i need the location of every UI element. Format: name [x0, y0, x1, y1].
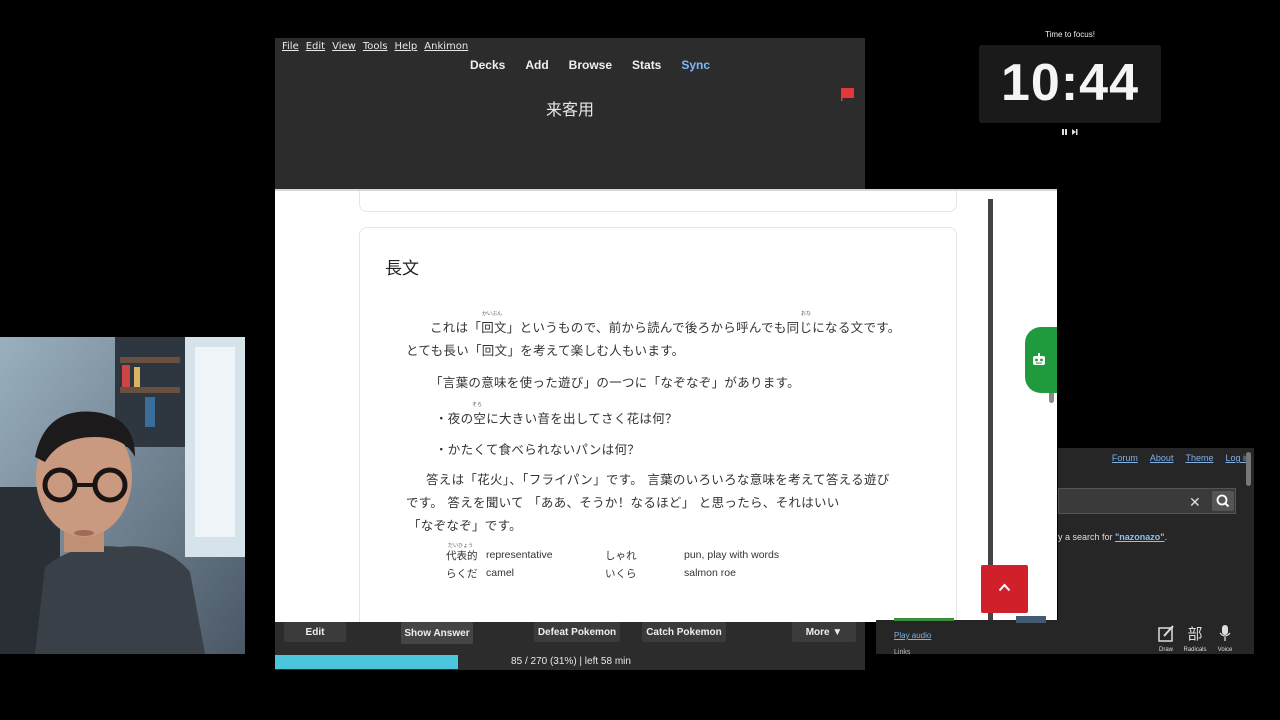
vocab-jp-2: らくだ — [446, 568, 478, 580]
riddle-1: ・夜の空に大きい音を出してさく花は何？ — [435, 411, 678, 426]
nav-about[interactable]: About — [1150, 453, 1174, 463]
menu-file[interactable]: File — [282, 41, 299, 52]
vocab-en-2: camel — [486, 567, 515, 579]
result-prefix: y a search for — [1058, 532, 1116, 542]
nav-add[interactable]: Add — [525, 58, 548, 76]
radicals-label: Radicals — [1183, 647, 1207, 653]
answer-bar: Edit Show Answer Defeat Pokemon Catch Po… — [275, 622, 865, 654]
webcam-image — [0, 337, 245, 654]
menu-bar: File Edit View Tools Help Ankimon — [275, 38, 865, 55]
radicals-tool[interactable]: 部 Radicals — [1182, 623, 1208, 653]
progress-text: 85 / 270 (31%) | left 58 min — [511, 656, 631, 667]
flag-icon[interactable] — [841, 88, 854, 101]
links-label: Links — [894, 649, 911, 656]
passage-line-6: 「なぞなぞ」です。 — [408, 518, 522, 533]
top-nav: Decks Add Browse Stats Sync — [275, 58, 865, 76]
timer-value: 10:44 — [1001, 54, 1139, 112]
ruby-kaibun: かいぶん — [482, 311, 503, 317]
nav-stats[interactable]: Stats — [632, 58, 661, 76]
nav-forum[interactable]: Forum — [1112, 453, 1138, 463]
nav-sync[interactable]: Sync — [681, 58, 710, 76]
draw-label: Draw — [1158, 647, 1173, 653]
menu-help[interactable]: Help — [394, 41, 417, 52]
result-term-link[interactable]: "nazonazo" — [1115, 532, 1165, 542]
progress-bar: 85 / 270 (31%) | left 58 min — [275, 654, 865, 670]
voice-tool[interactable]: Voice — [1212, 623, 1238, 653]
passage-line-2: とても長い「回文」を考えて楽しむ人もいます。 — [406, 343, 685, 358]
timer-label: Time to focus! — [1045, 30, 1095, 39]
result-suffix: . — [1164, 532, 1168, 542]
nav-browse[interactable]: Browse — [569, 58, 612, 76]
search-button[interactable] — [1212, 491, 1234, 511]
passage-heading: 長文 — [385, 259, 419, 279]
timer-controls — [1062, 129, 1078, 135]
deck-title: 来客用 — [545, 100, 594, 119]
riddle-2: ・かたくて食べられないパンは何？ — [435, 442, 641, 457]
nav-decks[interactable]: Decks — [470, 58, 505, 76]
vocab-en-3: pun, play with words — [684, 549, 780, 561]
card-scrollbar[interactable] — [988, 199, 993, 622]
clear-icon[interactable]: ✕ — [1189, 495, 1201, 511]
chevron-up-icon — [998, 583, 1011, 592]
dictionary-search-input[interactable]: ✕ — [1058, 488, 1236, 514]
skip-icon[interactable] — [1072, 129, 1078, 135]
search-result-text: y a search for "nazonazo". — [1058, 532, 1167, 542]
vocab-en-4: salmon roe — [684, 567, 736, 579]
play-audio-link[interactable]: Play audio — [894, 631, 931, 640]
focus-timer: 10:44 — [979, 45, 1161, 123]
robot-icon — [1033, 353, 1045, 365]
voice-label: Voice — [1217, 647, 1233, 653]
menu-edit[interactable]: Edit — [306, 41, 325, 52]
ruby-onaji: おな — [801, 311, 812, 317]
menu-tools[interactable]: Tools — [363, 41, 388, 52]
radicals-icon: 部 — [1187, 625, 1203, 643]
more-button[interactable]: More ▼ — [792, 622, 856, 642]
search-icon — [1216, 494, 1230, 508]
edit-button[interactable]: Edit — [284, 622, 346, 642]
card-view: 長文 かいぶん おな これは「回文」というもので、前から読んで後ろから呼んでも同… — [275, 189, 1057, 622]
previous-card-section — [359, 191, 957, 212]
pause-icon[interactable] — [1062, 129, 1067, 135]
passage-line-5: です。 答えを聞いて 「ああ、そうか！なるほど」 と思ったら、それはいい — [406, 495, 840, 510]
dictionary-lower-panel: Play audio Links Draw 部 Radicals Voice — [876, 616, 1254, 656]
menu-view[interactable]: View — [332, 41, 356, 52]
passage-line-3: 「言葉の意味を使った遊び」の一つに「なぞなぞ」があります。 — [430, 375, 800, 390]
defeat-pokemon-button[interactable]: Defeat Pokemon — [534, 622, 620, 642]
strip-green — [894, 618, 954, 621]
assistant-tab[interactable] — [1025, 327, 1057, 393]
microphone-icon — [1219, 625, 1231, 641]
menu-ankimon[interactable]: Ankimon — [424, 41, 468, 52]
dictionary-scrollbar[interactable] — [1246, 452, 1251, 486]
pencil-icon — [1158, 625, 1174, 642]
vocab-jp-3: しゃれ — [605, 550, 637, 562]
dictionary-nav: Forum About Theme Log in — [1058, 453, 1254, 463]
webcam-feed — [0, 337, 245, 654]
passage-card: 長文 かいぶん おな これは「回文」というもので、前から読んで後ろから呼んでも同… — [359, 227, 957, 622]
passage-line-4: 答えは「花火」、「フライパン」です。 言葉のいろいろな意味を考えて答える遊び — [426, 472, 890, 487]
nav-theme[interactable]: Theme — [1185, 453, 1213, 463]
vocab-jp-1: 代表的 — [446, 550, 478, 562]
vocab-jp-4: いくら — [605, 568, 637, 580]
show-answer-button[interactable]: Show Answer — [401, 622, 473, 644]
ruby-sora: そら — [472, 402, 483, 408]
scroll-to-top-button[interactable] — [981, 565, 1028, 613]
catch-pokemon-button[interactable]: Catch Pokemon — [642, 622, 726, 642]
passage-line-1: これは「回文」というもので、前から読んで後ろから呼んでも同じになる文です。 — [430, 320, 901, 335]
draw-tool[interactable]: Draw — [1153, 623, 1179, 653]
vocab-en-1: representative — [486, 549, 553, 561]
strip-badge — [1016, 616, 1046, 623]
